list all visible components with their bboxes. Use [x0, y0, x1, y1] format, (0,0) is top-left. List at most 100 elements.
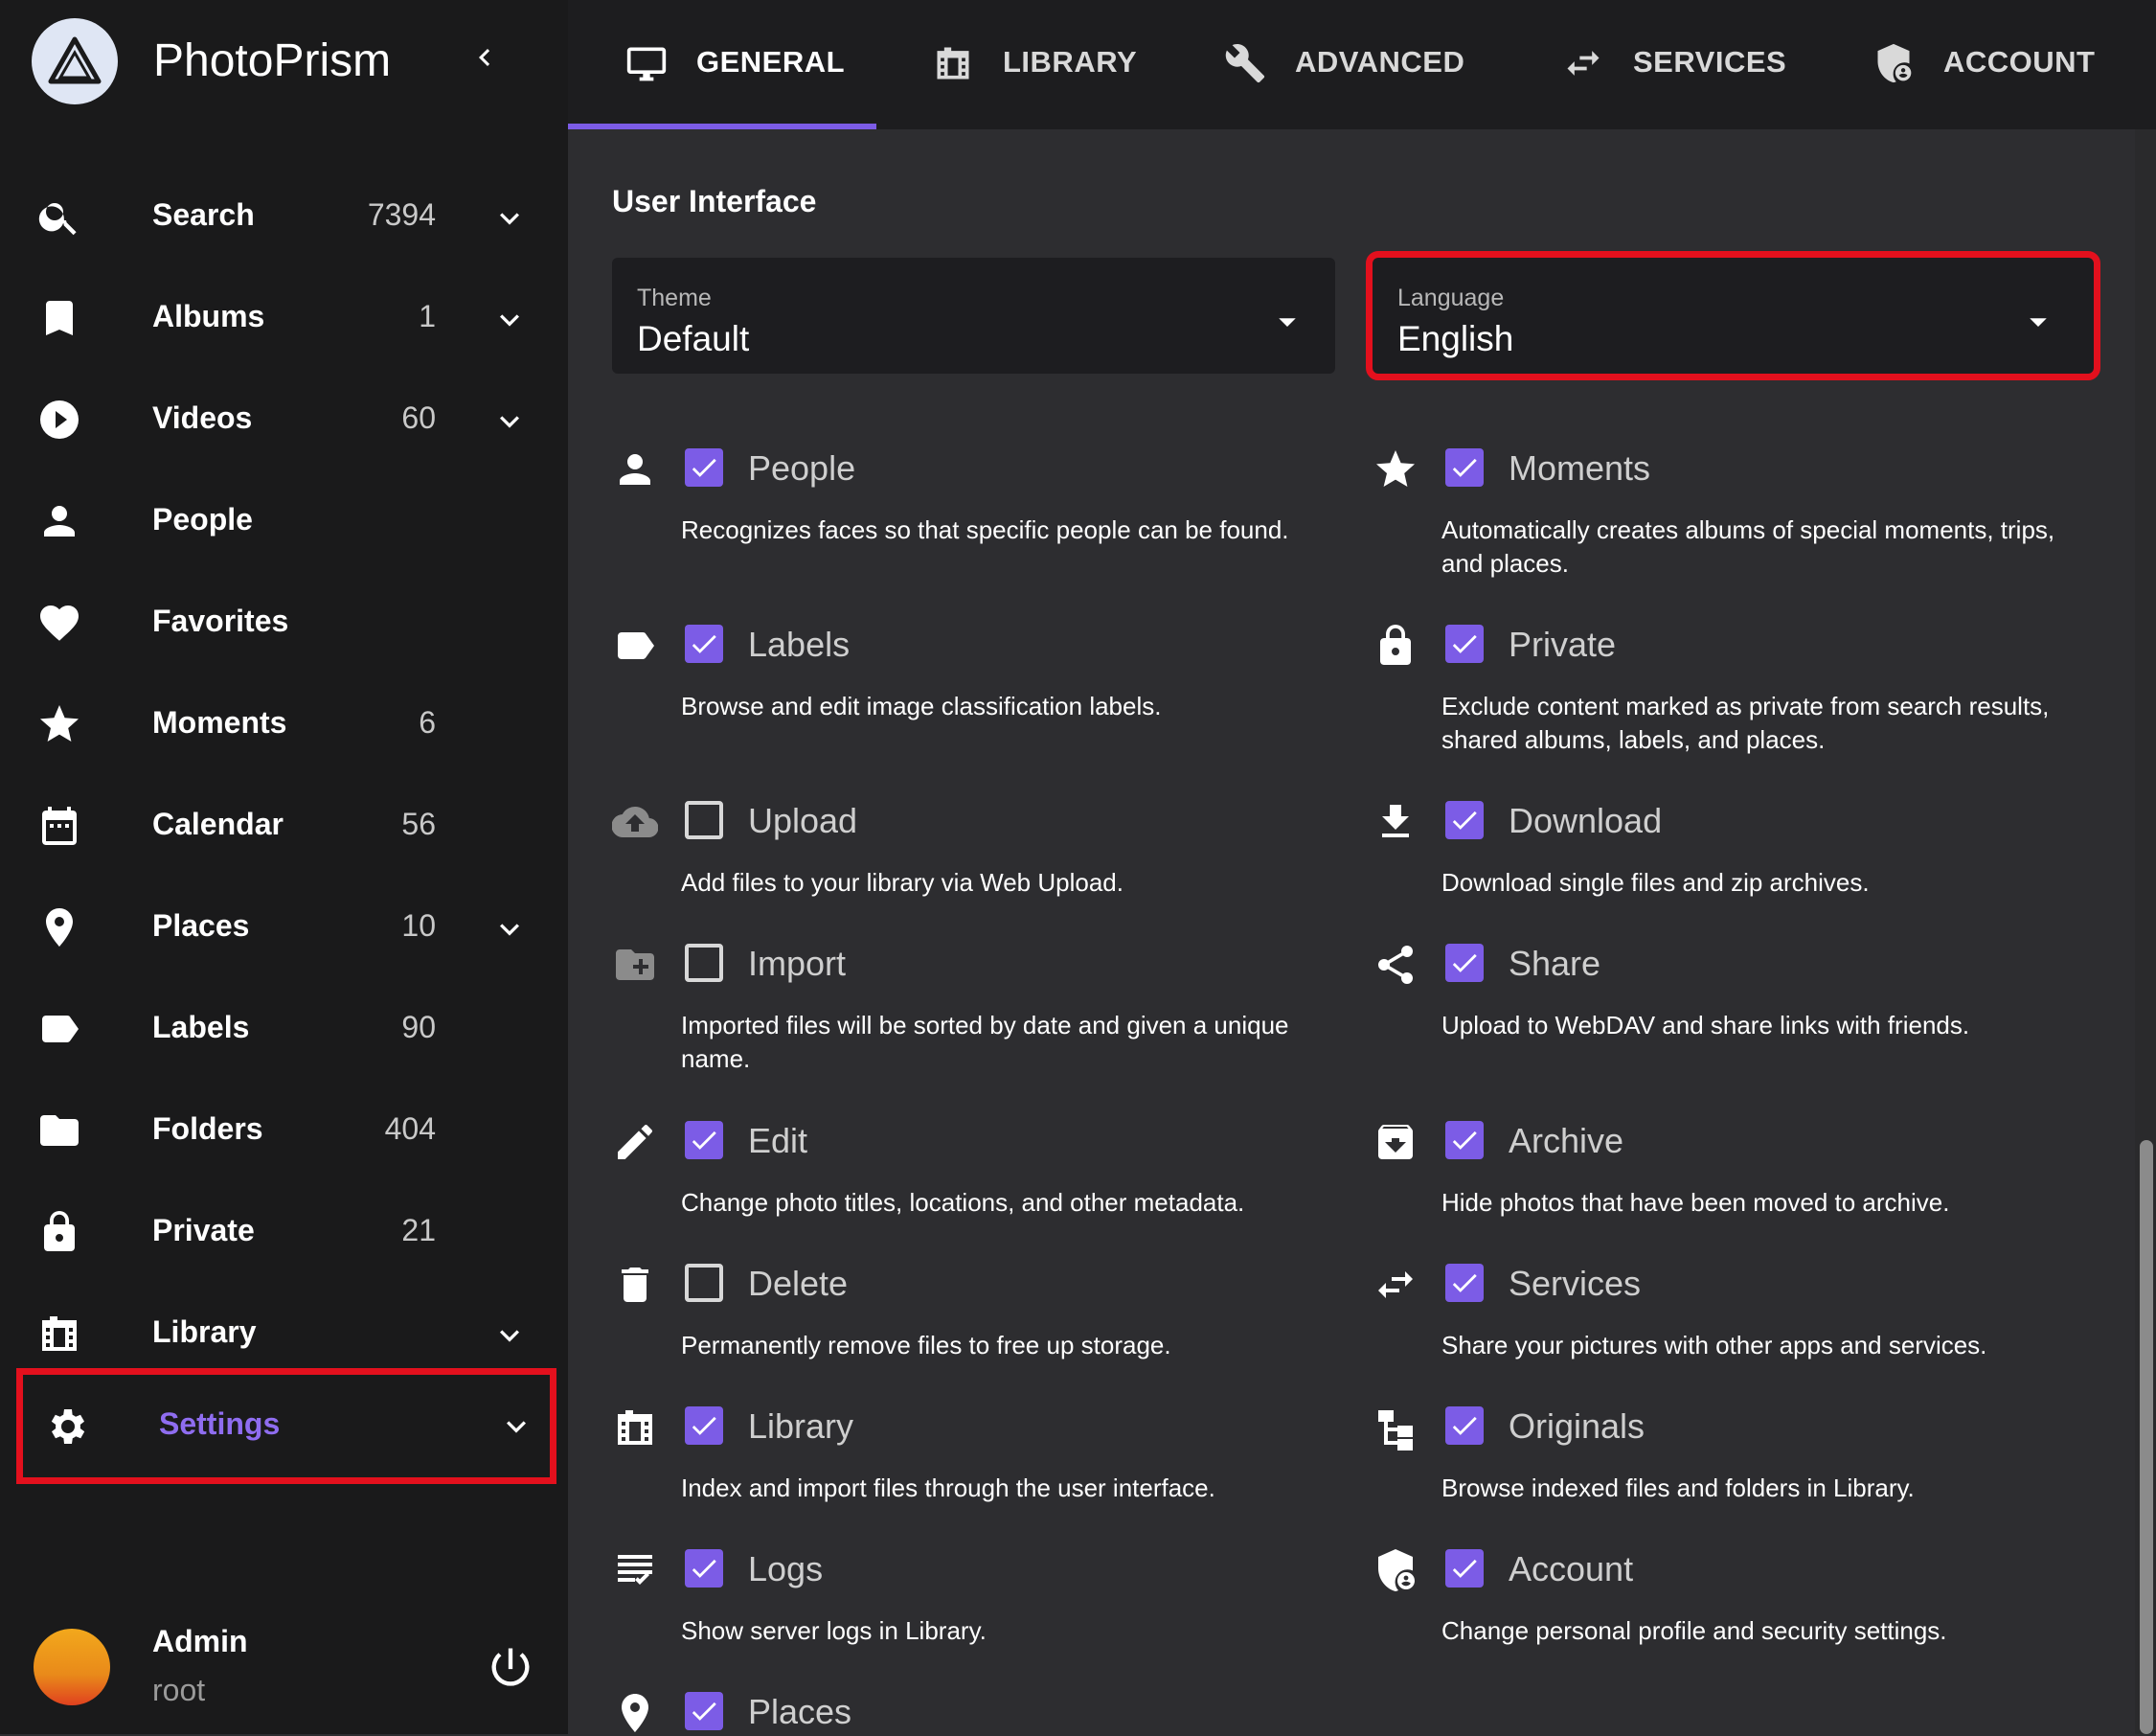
sidebar-item-label: Albums [152, 299, 265, 333]
map-pin-icon [36, 904, 82, 950]
sidebar-item-count: 404 [384, 1111, 436, 1146]
feature-description: Share your pictures with other apps and … [1441, 1331, 1987, 1359]
dropdown-arrow-icon[interactable] [1273, 308, 1302, 336]
pencil-icon [612, 1119, 658, 1165]
user-profile[interactable]: Admin root [0, 1610, 568, 1734]
wrench-icon [1224, 42, 1266, 84]
feature-description: Exclude content marked as private from s… [1441, 692, 2050, 754]
star-icon [36, 701, 82, 747]
brand-header: PhotoPrism [0, 0, 568, 134]
scrollbar-thumb[interactable] [2140, 1140, 2153, 1734]
moments-checkbox[interactable] [1445, 448, 1484, 487]
archive-checkbox[interactable] [1445, 1121, 1484, 1159]
feature-name: Originals [1509, 1406, 1645, 1446]
feature-description: Browse and edit image classification lab… [681, 692, 1162, 720]
sidebar-item-library[interactable]: Library [0, 1282, 568, 1378]
upload-checkbox[interactable] [685, 801, 723, 839]
sidebar-item-labels[interactable]: Labels 90 [0, 977, 568, 1073]
film-library-icon [36, 1311, 82, 1357]
sidebar-item-people[interactable]: People [0, 469, 568, 565]
feature-name: Private [1509, 625, 1617, 664]
download-checkbox[interactable] [1445, 801, 1484, 839]
share-checkbox[interactable] [1445, 944, 1484, 982]
sidebar-item-count: 56 [401, 807, 436, 841]
avatar[interactable] [34, 1629, 110, 1705]
dropdown-arrow-icon[interactable] [2024, 308, 2053, 336]
film-library-icon [932, 42, 974, 84]
trash-icon [612, 1262, 658, 1308]
feature-description: Upload to WebDAV and share links with fr… [1441, 1011, 1970, 1039]
sidebar-item-favorites[interactable]: Favorites [0, 571, 568, 667]
feature-description: Browse indexed files and folders in Libr… [1441, 1473, 1915, 1502]
sidebar-item-albums[interactable]: Albums 1 [0, 266, 568, 362]
sidebar-item-places[interactable]: Places 10 [0, 876, 568, 971]
labels-checkbox[interactable] [685, 625, 723, 663]
folder-plus-icon [612, 942, 658, 988]
feature-name: Share [1509, 944, 1601, 983]
feature-description: Hide photos that have been moved to arch… [1441, 1188, 1950, 1217]
feature-description: Download single files and zip archives. [1441, 868, 1870, 897]
chevron-down-icon[interactable] [497, 1407, 535, 1446]
language-select-label: Language [1397, 285, 1505, 311]
sidebar-item-calendar[interactable]: Calendar 56 [0, 774, 568, 870]
sidebar-item-moments[interactable]: Moments 6 [0, 673, 568, 768]
delete-checkbox[interactable] [685, 1264, 723, 1302]
heart-icon [36, 600, 82, 646]
tab-label: ACCOUNT [1943, 45, 2096, 79]
map-pin-icon [612, 1690, 658, 1736]
archive-icon [1373, 1119, 1418, 1165]
label-icon [612, 623, 658, 669]
chevron-down-icon[interactable] [490, 910, 529, 948]
sidebar-item-label: Settings [159, 1406, 281, 1441]
calendar-icon [36, 803, 82, 849]
feature-name: Services [1509, 1264, 1642, 1303]
language-select[interactable]: Language English [1366, 251, 2100, 380]
library-checkbox[interactable] [685, 1406, 723, 1445]
chevron-down-icon[interactable] [490, 301, 529, 339]
folder-icon [36, 1108, 82, 1154]
places-checkbox[interactable] [685, 1692, 723, 1730]
logs-checkbox[interactable] [685, 1549, 723, 1588]
label-icon [36, 1006, 82, 1052]
people-checkbox[interactable] [685, 448, 723, 487]
feature-name: Places [748, 1692, 852, 1731]
bookmark-icon [36, 295, 82, 341]
feature-name: Download [1509, 801, 1663, 840]
chevron-left-icon[interactable] [467, 40, 502, 75]
sidebar-item-count: 60 [401, 400, 436, 435]
photoprism-logo[interactable] [32, 18, 118, 104]
originals-checkbox[interactable] [1445, 1406, 1484, 1445]
file-tree-icon [1373, 1405, 1418, 1450]
feature-description: Show server logs in Library. [681, 1616, 987, 1645]
feature-name: Account [1509, 1549, 1634, 1588]
chevron-down-icon[interactable] [490, 199, 529, 238]
sidebar-item-settings[interactable]: Settings [16, 1368, 556, 1484]
edit-checkbox[interactable] [685, 1121, 723, 1159]
sidebar-item-label: Moments [152, 705, 287, 740]
sidebar-item-label: Places [152, 908, 250, 943]
private-checkbox[interactable] [1445, 625, 1484, 663]
sidebar-item-folders[interactable]: Folders 404 [0, 1079, 568, 1175]
feature-name: Import [748, 944, 847, 983]
sidebar-item-private[interactable]: Private 21 [0, 1180, 568, 1276]
chevron-down-icon[interactable] [490, 402, 529, 441]
star-icon [1373, 446, 1418, 492]
feature-description: Automatically creates albums of special … [1441, 515, 2055, 578]
sidebar-item-label: Favorites [152, 604, 289, 638]
sidebar-item-label: Private [152, 1213, 255, 1247]
play-circle-icon [36, 397, 82, 443]
account-checkbox[interactable] [1445, 1549, 1484, 1588]
sidebar-item-label: Labels [152, 1010, 250, 1044]
settings-tabs: GENERAL LIBRARY ADVANCED SERVICES ACCOUN… [568, 0, 2156, 129]
film-library-icon [612, 1405, 658, 1450]
sidebar-item-videos[interactable]: Videos 60 [0, 368, 568, 464]
services-checkbox[interactable] [1445, 1264, 1484, 1302]
power-icon[interactable] [486, 1642, 535, 1692]
import-checkbox[interactable] [685, 944, 723, 982]
feature-name: Logs [748, 1549, 824, 1588]
chevron-down-icon[interactable] [490, 1316, 529, 1355]
theme-select[interactable]: Theme Default [612, 258, 1335, 374]
sidebar-item-count: 1 [419, 299, 436, 333]
tab-label: LIBRARY [1003, 45, 1138, 79]
sidebar-item-search[interactable]: Search 7394 [0, 165, 568, 261]
